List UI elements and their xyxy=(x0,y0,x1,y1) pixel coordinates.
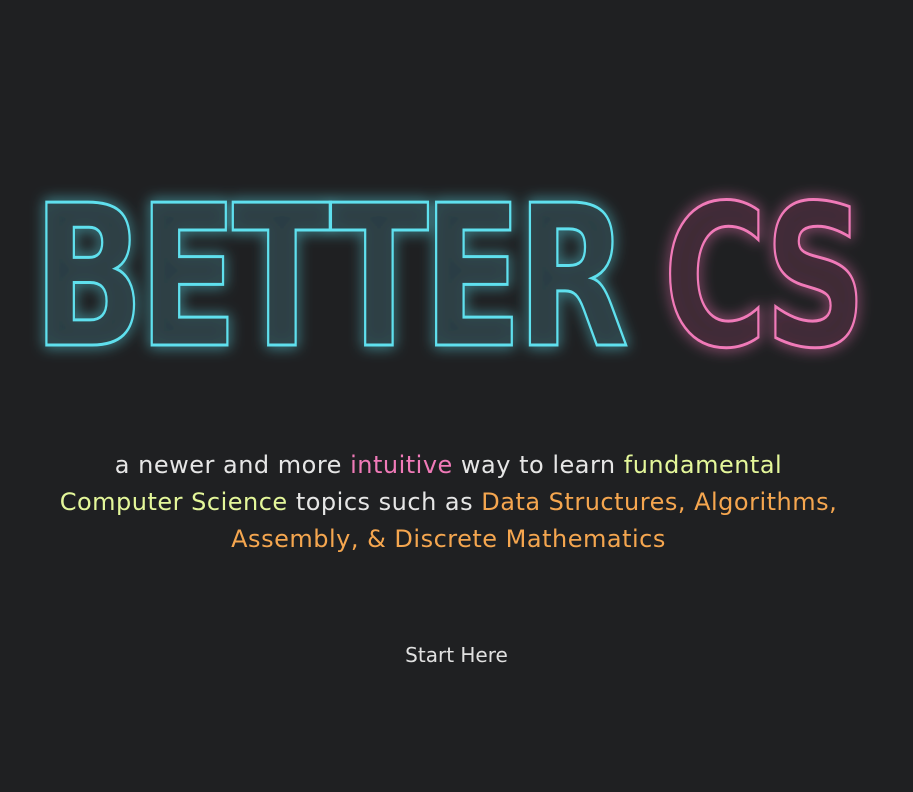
title-word-cs: CS xyxy=(663,164,861,392)
title-word-better: BETTER xyxy=(33,164,626,392)
tagline-text: way to learn xyxy=(452,451,624,479)
tagline-highlight-intuitive: intuitive xyxy=(350,451,453,479)
tagline-text: a newer and more xyxy=(114,451,351,479)
tagline: a newer and more intuitive way to learn … xyxy=(50,447,847,558)
start-here-link[interactable]: Start Here xyxy=(0,640,913,670)
neon-logo: BETTER CS xyxy=(32,163,871,394)
hero-title: BETTER CS xyxy=(0,150,913,400)
tagline-text: topics such as xyxy=(287,488,482,516)
